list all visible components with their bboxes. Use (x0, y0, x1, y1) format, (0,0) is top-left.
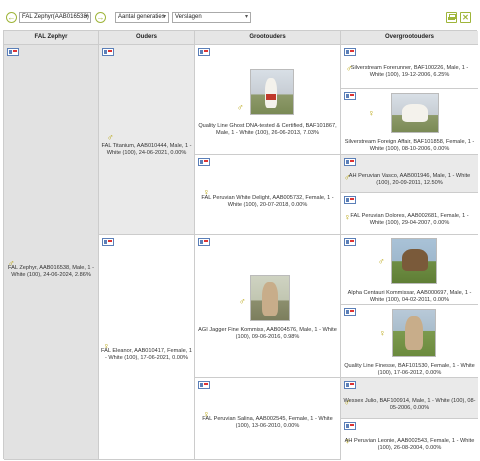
male-icon: ♂ (239, 296, 246, 306)
pedigree-flag-icon[interactable] (344, 381, 356, 389)
forward-icon[interactable]: → (95, 12, 106, 23)
grandparent-description: FAL Peruvian Salina, AAB002545, Female, … (202, 416, 333, 429)
pedigree-flag-icon[interactable] (198, 48, 210, 56)
generations-select[interactable]: Aantal generaties ▾ (115, 12, 169, 23)
pedigree-flag-icon[interactable] (198, 238, 210, 246)
pedigree-flag-icon[interactable] (198, 381, 210, 389)
great-grandparent-cell[interactable]: ♂ Silverstream Forerunner, BAF100226, Ma… (341, 45, 478, 89)
column-header-subject: FAL Zephyr (4, 31, 99, 45)
grandparent-cell[interactable]: ♀ FAL Peruvian Salina, AAB002545, Female… (195, 378, 341, 460)
great-grandparent-cell[interactable]: ♂ AH Peruvian Vasco, AAB001946, Male, 1 … (341, 155, 478, 193)
great-grandparent-cell[interactable]: ♀ FAL Peruvian Dolores, AAB002681, Femal… (341, 193, 478, 235)
alpaca-figure (265, 78, 277, 108)
great-grandparent-description: Alpha Centauri Kommissar, AAB000697, Mal… (347, 290, 472, 303)
great-grandparent-cell[interactable]: ♂ Alpha Centauri Kommissar, AAB000697, M… (341, 235, 478, 305)
alpaca-photo[interactable] (391, 238, 437, 284)
great-grandparent-cell[interactable]: ♀ AH Peruvian Leonie, AAB002543, Female,… (341, 419, 478, 460)
pedigree-flag-icon[interactable] (344, 238, 356, 246)
great-grandparent-description: Silverstream Forerunner, BAF100226, Male… (350, 65, 469, 78)
column-header-great-grandparents: Overgrootouders (341, 31, 478, 45)
report-select-value: Verslagen (175, 14, 202, 20)
pedigree-flag-icon[interactable] (344, 48, 356, 56)
female-icon: ♀ (368, 108, 375, 118)
pedigree-flag-icon[interactable] (344, 158, 356, 166)
generations-select-value: Aantal generaties (118, 14, 165, 20)
great-grandparent-description: Silverstream Foreign Affair, BAF101858, … (344, 139, 475, 152)
print-icon[interactable] (446, 12, 457, 23)
excel-export-icon[interactable]: ✕ (460, 12, 471, 23)
great-grandparent-description: FAL Peruvian Dolores, AAB002681, Female,… (350, 213, 469, 226)
alpaca-photo[interactable] (250, 69, 294, 115)
alpaca-figure (402, 249, 428, 271)
grandparent-cell[interactable]: ♂ AGI Jagger Fine Kommiss, AAB004576, Ma… (195, 235, 341, 378)
alpaca-photo[interactable] (250, 275, 290, 321)
male-icon: ♂ (378, 256, 385, 266)
great-grandparent-cell[interactable]: ♀ Silverstream Foreign Affair, BAF101858… (341, 89, 478, 155)
chevron-down-icon: ▾ (162, 14, 166, 20)
chevron-down-icon: ▾ (244, 14, 248, 20)
alpaca-figure (402, 104, 428, 122)
great-grandparent-description: AH Peruvian Vasco, AAB001946, Male, 1 - … (348, 173, 471, 186)
male-icon: ♂ (107, 132, 114, 142)
great-grandparent-description: Wessex Julio, BAF100914, Male, 1 - White… (343, 398, 476, 411)
pedigree-flag-icon[interactable] (344, 422, 356, 430)
pedigree-flag-icon[interactable] (344, 92, 356, 100)
grandparent-description: Quality Line Ghost DNA-tested & Certifie… (198, 123, 337, 136)
toolbar: ← FAL Zephyr(AAB016538) ▾ → Aantal gener… (0, 0, 480, 30)
grandparent-cell[interactable]: ♂ Quality Line Ghost DNA-tested & Certif… (195, 45, 341, 155)
great-grandparent-cell[interactable]: ♀ Quality Line Finesse, BAF101530, Femal… (341, 305, 478, 378)
female-icon: ♀ (379, 328, 386, 338)
column-header-parents: Ouders (99, 31, 195, 45)
chevron-down-icon: ▾ (84, 14, 88, 20)
parent-cell-dam[interactable]: ♀ FAL Eleanor, AAB010417, Female, 1 - Wh… (99, 235, 195, 460)
alpaca-photo[interactable] (391, 93, 439, 133)
great-grandparent-cell[interactable]: ♂ Wessex Julio, BAF100914, Male, 1 - Whi… (341, 378, 478, 419)
animal-select[interactable]: FAL Zephyr(AAB016538) ▾ (19, 12, 91, 23)
subject-cell[interactable]: ♂ FAL Zephyr, AAB016538, Male, 1 - White… (4, 45, 99, 460)
column-header-grandparents: Grootouders (195, 31, 341, 45)
parent-cell-sire[interactable]: ♂ FAL Titanium, AAB010444, Male, 1 - Whi… (99, 45, 195, 235)
grandparent-description: AGI Jagger Fine Kommiss, AAB004576, Male… (198, 327, 337, 340)
alpaca-photo[interactable] (392, 309, 436, 357)
alpaca-figure (262, 282, 278, 316)
pedigree-flag-icon[interactable] (344, 196, 356, 204)
back-icon[interactable]: ← (6, 12, 17, 23)
subject-description: FAL Zephyr, AAB016538, Male, 1 - White (… (8, 265, 94, 278)
alpaca-figure (405, 316, 423, 350)
male-icon: ♂ (237, 102, 244, 112)
pedigree-flag-icon[interactable] (344, 308, 356, 316)
grandparent-description: FAL Peruvian White Delight, AAB005732, F… (201, 195, 334, 208)
pedigree-flag-icon[interactable] (198, 158, 210, 166)
pedigree-flag-icon[interactable] (7, 48, 19, 56)
grandparent-cell[interactable]: ♀ FAL Peruvian White Delight, AAB005732,… (195, 155, 341, 235)
parent-description: FAL Titanium, AAB010444, Male, 1 - White… (101, 143, 192, 156)
animal-select-value: FAL Zephyr(AAB016538) (22, 14, 89, 20)
pedigree-flag-icon[interactable] (102, 238, 114, 246)
halter-decoration (266, 94, 276, 100)
pedigree-flag-icon[interactable] (102, 48, 114, 56)
parent-description: FAL Eleanor, AAB010417, Female, 1 - Whit… (101, 348, 192, 361)
pedigree-table: FAL Zephyr Ouders Grootouders Overgrooto… (3, 30, 478, 460)
great-grandparent-description: Quality Line Finesse, BAF101530, Female,… (344, 363, 475, 376)
great-grandparent-description: AH Peruvian Leonie, AAB002543, Female, 1… (344, 438, 475, 451)
report-select[interactable]: Verslagen ▾ (172, 12, 251, 23)
